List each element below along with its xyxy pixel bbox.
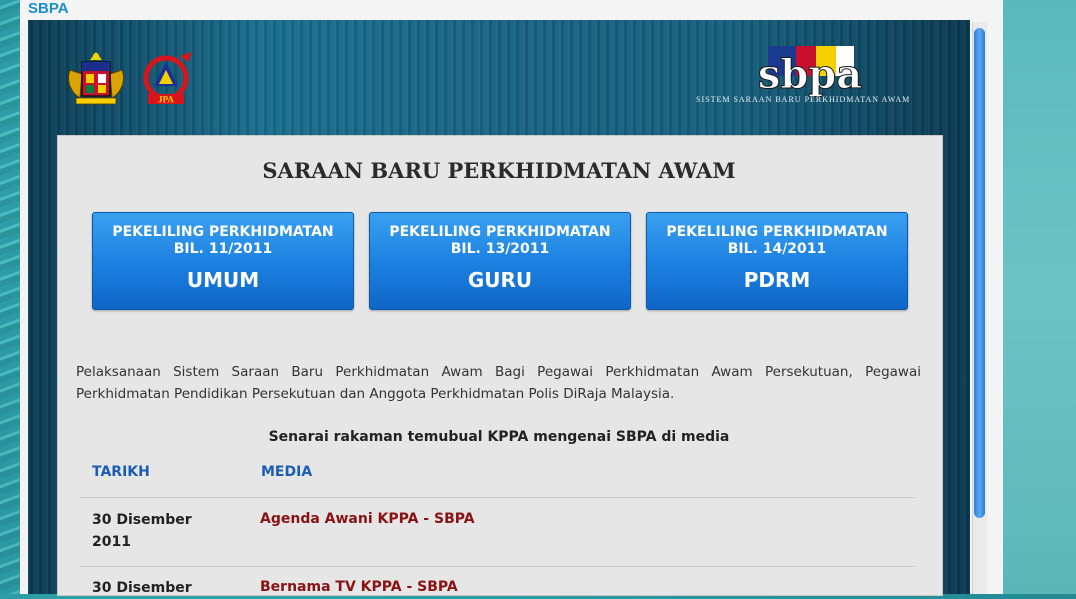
media-link[interactable]: Bernama TV KPPA - SBPA (260, 579, 458, 595)
button-line1: PEKELILING PERKHIDMATAN (389, 224, 611, 240)
intro-paragraph: Pelaksanaan Sistem Saraan Baru Perkhidma… (76, 364, 921, 402)
page-background-right (1003, 0, 1076, 594)
row-divider (80, 566, 915, 567)
button-label: GURU (467, 268, 533, 292)
media-table-heading: Senarai rakaman temubual KPPA mengenai S… (268, 429, 730, 445)
jpa-logo: JPA (143, 52, 192, 105)
button-label: PDRM (743, 268, 811, 292)
window-title: SBPA (28, 0, 69, 17)
coat-of-arms-logo (67, 52, 125, 105)
media-link[interactable]: Agenda Awani KPPA - SBPA (260, 511, 475, 527)
column-header-tarikh: TARIKH (92, 464, 150, 480)
button-line2: BIL. 11/2011 (173, 241, 273, 257)
row-divider (80, 497, 915, 498)
pekeliling-pdrm-button[interactable]: PEKELILING PERKHIDMATAN BIL. 14/2011 PDR… (646, 212, 908, 310)
button-line1: PEKELILING PERKHIDMATAN (112, 224, 334, 240)
pekeliling-guru-button[interactable]: PEKELILING PERKHIDMATAN BIL. 13/2011 GUR… (369, 212, 631, 310)
pekeliling-umum-button[interactable]: PEKELILING PERKHIDMATAN BIL. 11/2011 UMU… (92, 212, 354, 310)
jpa-label: JPA (158, 95, 174, 105)
scrollbar-thumb[interactable] (974, 28, 985, 518)
button-line1: PEKELILING PERKHIDMATAN (666, 224, 888, 240)
button-line2: BIL. 13/2011 (450, 241, 550, 257)
header-subtitle: SISTEM SARAAN BARU PERKHIDMATAN AWAM (696, 95, 911, 104)
row-date: 30 Disember 2011 (92, 512, 192, 550)
sbpa-logo-text: sbpa (758, 51, 862, 98)
row-date: 30 Disember (92, 580, 192, 596)
column-header-media: MEDIA (261, 464, 313, 480)
button-line2: BIL. 14/2011 (727, 241, 827, 257)
sbpa-logo: sbpa (757, 46, 863, 99)
button-label: UMUM (186, 268, 260, 292)
page-background-left (0, 0, 20, 594)
page-title: SARAAN BARU PERKHIDMATAN AWAM (262, 158, 736, 183)
